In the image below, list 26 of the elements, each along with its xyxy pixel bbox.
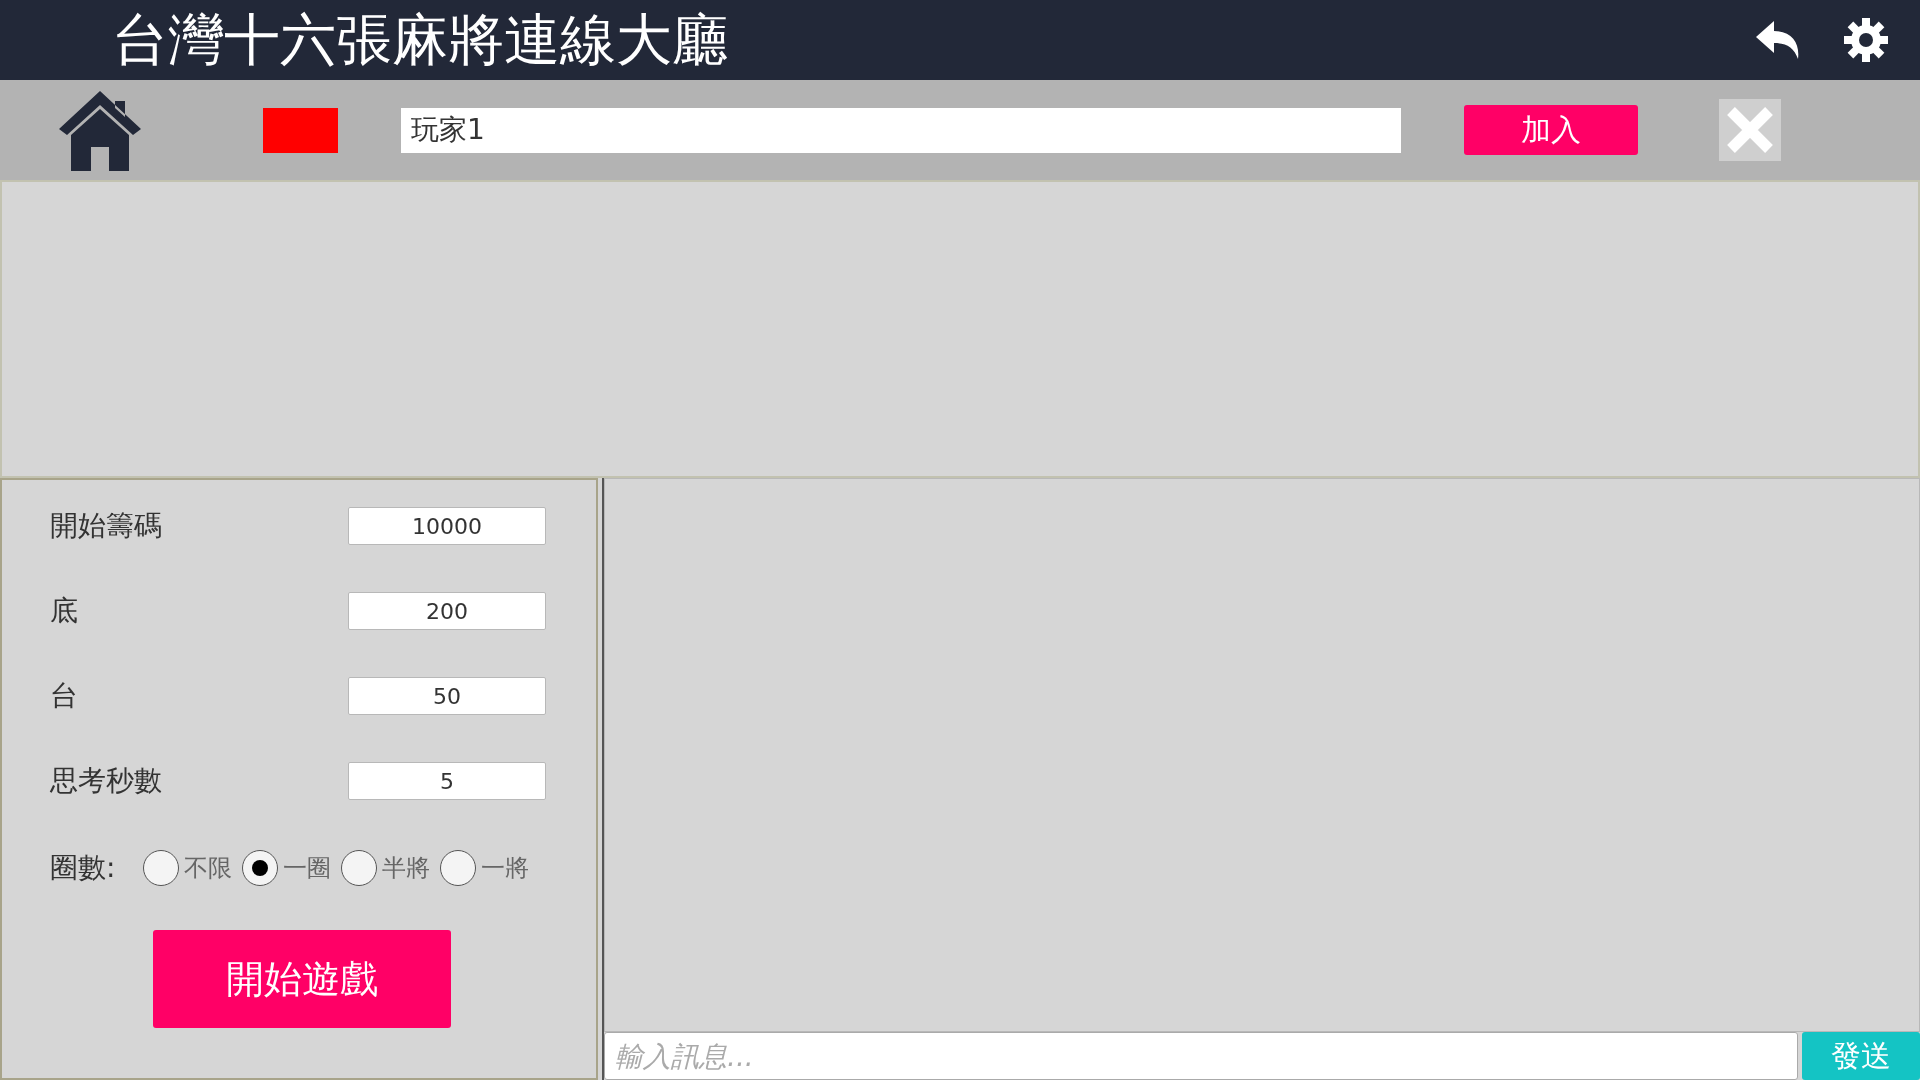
setting-label: 台 xyxy=(50,678,78,714)
settings-button[interactable] xyxy=(1842,16,1890,64)
join-button[interactable]: 加入 xyxy=(1464,105,1638,155)
setting-field[interactable]: 10000 xyxy=(348,507,546,545)
start-game-button[interactable]: 開始遊戲 xyxy=(153,930,451,1028)
radio-label[interactable]: 一圈 xyxy=(283,852,332,884)
radio-button[interactable] xyxy=(440,850,477,886)
radio-label[interactable]: 一將 xyxy=(481,852,530,884)
radio-button[interactable] xyxy=(143,850,180,886)
home-icon[interactable] xyxy=(57,89,143,171)
player-color-swatch[interactable] xyxy=(263,107,338,153)
radio-button[interactable] xyxy=(242,850,279,886)
radio-label[interactable]: 半將 xyxy=(382,852,431,884)
setting-field[interactable]: 50 xyxy=(348,677,546,715)
setting-label: 開始籌碼 xyxy=(50,508,162,544)
player-name-field[interactable]: 玩家1 xyxy=(401,107,1401,153)
setting-field[interactable]: 200 xyxy=(348,592,546,630)
app-title: 台灣十六張麻將連線大廳 xyxy=(112,6,729,74)
chat-input-field[interactable]: 輸入訊息... xyxy=(604,1032,1798,1080)
send-button[interactable]: 發送 xyxy=(1802,1032,1920,1080)
rounds-label: 圈數: xyxy=(50,850,116,886)
setting-label: 底 xyxy=(50,593,78,629)
radio-label[interactable]: 不限 xyxy=(184,852,233,884)
setting-field[interactable]: 5 xyxy=(348,762,546,800)
radio-button[interactable] xyxy=(341,850,378,886)
setting-label: 思考秒數 xyxy=(50,763,162,799)
